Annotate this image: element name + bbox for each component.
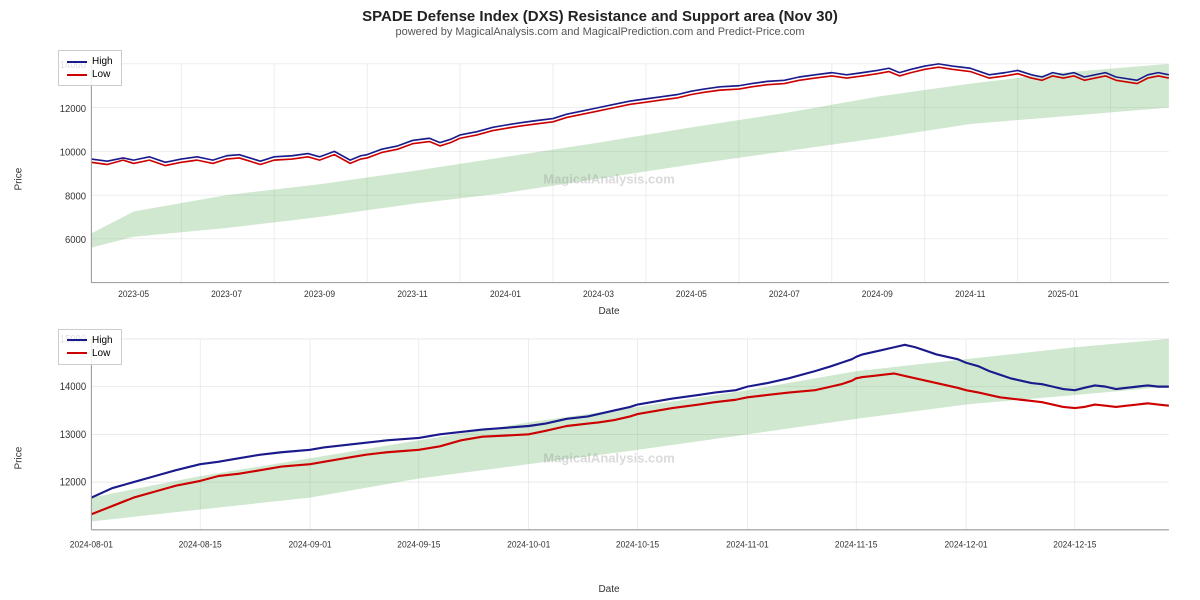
svg-text:2024-05: 2024-05 [676,289,707,299]
svg-text:2024-12-01: 2024-12-01 [944,539,987,550]
low-line-icon [67,74,87,76]
svg-text:2024-01: 2024-01 [490,289,521,299]
svg-text:2024-08-15: 2024-08-15 [179,539,222,550]
svg-text:2024-09-01: 2024-09-01 [288,539,331,550]
svg-text:2025-01: 2025-01 [1048,289,1079,299]
svg-text:13000: 13000 [60,429,87,441]
chart2-legend-high: High [67,335,113,346]
svg-text:2024-11: 2024-11 [955,289,986,299]
chart1-inner: High Low MagicalAnalysis.com [28,42,1190,317]
chart1-legend-high: High [67,56,113,67]
chart1-container: Price High Low MagicalAnalysis.com [10,42,1190,317]
page-subtitle: powered by MagicalAnalysis.com and Magic… [10,26,1190,38]
chart2-legend-low: Low [67,348,113,359]
chart2-high-label: High [92,335,113,346]
high-line-icon [67,61,87,63]
chart2-low-label: Low [92,348,110,359]
svg-text:10000: 10000 [60,148,86,159]
chart2-low-line-icon [67,352,87,354]
svg-text:2024-10-01: 2024-10-01 [507,539,550,550]
svg-text:2024-11-15: 2024-11-15 [835,539,878,550]
chart2-inner: High Low MagicalAnalysis.com [28,321,1190,596]
chart2-x-label: Date [28,584,1190,595]
chart1-low-label: Low [92,69,110,80]
chart1-y-label: Price [10,42,28,317]
svg-text:2024-09: 2024-09 [862,289,893,299]
chart2-y-label: Price [10,321,28,596]
svg-text:12000: 12000 [60,104,86,115]
chart2-svg: 15000 14000 13000 12000 2024-08-01 2024-… [28,321,1190,584]
svg-text:8000: 8000 [65,191,86,202]
svg-text:2024-12-15: 2024-12-15 [1053,539,1096,550]
chart1-legend-low: Low [67,69,113,80]
svg-text:2023-11: 2023-11 [397,289,428,299]
svg-text:2024-08-01: 2024-08-01 [70,539,113,550]
svg-text:12000: 12000 [60,477,87,489]
chart1-high-label: High [92,56,113,67]
svg-text:2024-09-15: 2024-09-15 [397,539,440,550]
svg-text:2024-11-01: 2024-11-01 [726,539,769,550]
svg-text:2024-07: 2024-07 [769,289,800,299]
svg-text:2023-09: 2023-09 [304,289,335,299]
main-container: SPADE Defense Index (DXS) Resistance and… [0,0,1200,600]
chart2-high-line-icon [67,339,87,341]
svg-text:2023-07: 2023-07 [211,289,242,299]
svg-text:2024-10-15: 2024-10-15 [616,539,659,550]
chart1-svg: 14000 12000 10000 8000 6000 2023-05 2023… [28,42,1190,305]
charts-wrapper: Price High Low MagicalAnalysis.com [10,42,1190,595]
chart1-x-label: Date [28,306,1190,317]
page-title: SPADE Defense Index (DXS) Resistance and… [10,8,1190,25]
chart1-legend: High Low [58,50,122,86]
svg-text:2024-03: 2024-03 [583,289,614,299]
chart2-legend: High Low [58,329,122,365]
svg-text:2023-05: 2023-05 [118,289,149,299]
chart2-container: Price High Low MagicalAnalysis.com [10,321,1190,596]
svg-text:6000: 6000 [65,235,86,246]
svg-text:14000: 14000 [60,381,87,393]
